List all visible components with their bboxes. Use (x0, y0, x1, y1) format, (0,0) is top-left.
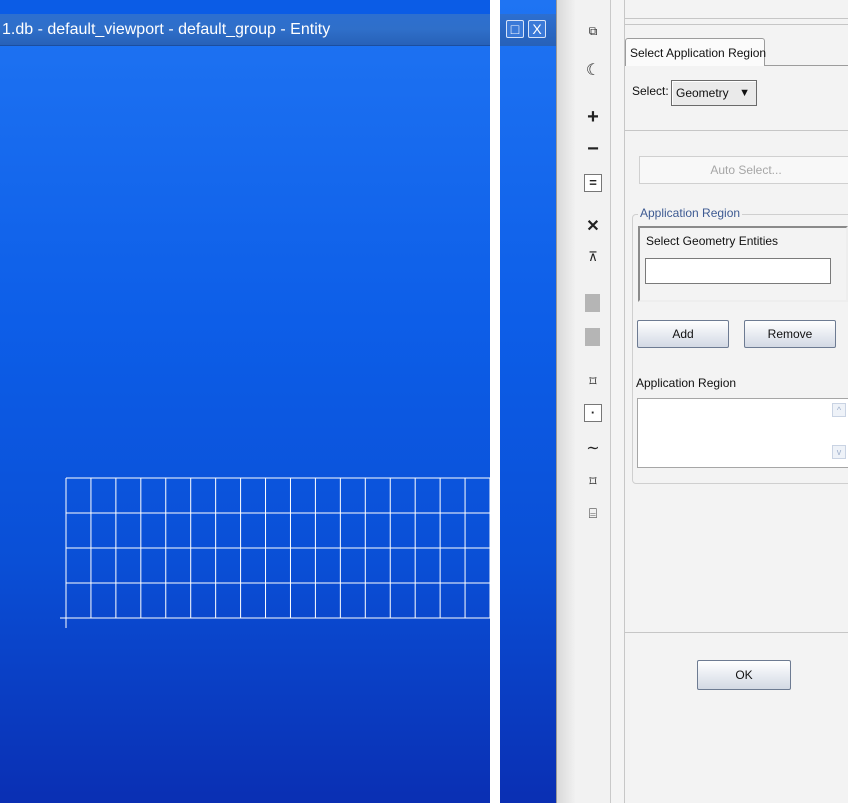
auto-select-button[interactable]: Auto Select... (639, 156, 848, 184)
select-value: Geometry (676, 86, 729, 100)
section-divider (624, 130, 848, 131)
application-region-list-label: Application Region (636, 376, 737, 390)
copy-icon[interactable]: ⧉ (584, 22, 602, 40)
select-label: Select: (632, 84, 669, 98)
select-geometry-dropdown[interactable]: Geometry ▼ (671, 80, 757, 106)
geometry-entities-field[interactable] (645, 258, 831, 284)
viewport-gap (490, 0, 500, 803)
solid-face-2-icon[interactable] (585, 328, 600, 346)
window-edge (556, 0, 576, 803)
chevron-down-icon: ▼ (739, 87, 750, 99)
equals-icon[interactable]: = (584, 174, 602, 192)
surface-2-icon[interactable]: ⌑ (584, 472, 602, 490)
selection-toolbar: ⧉ ☾ + − = ✕ ⊼ ⌑ · ∼ ⌑ ⌸ (576, 0, 610, 803)
surface-icon[interactable]: ⌑ (584, 372, 602, 390)
scroll-up-icon[interactable]: ^ (832, 403, 846, 417)
maximize-icon[interactable]: □ (506, 20, 524, 38)
application-region-list[interactable]: ^ v (637, 398, 848, 468)
viewport-title: 1.db - default_viewport - default_group … (0, 14, 490, 46)
application-region-legend: Application Region (638, 206, 743, 220)
viewport-top-strip (0, 0, 490, 14)
scroll-down-icon[interactable]: v (832, 445, 846, 459)
finite-element-mesh (60, 477, 490, 628)
minus-icon[interactable]: − (584, 139, 602, 159)
close-icon[interactable]: X (528, 20, 546, 38)
secondary-viewport-titlebar: □ X (500, 14, 556, 46)
toolbar-separator (610, 0, 624, 803)
pick-filter-icon[interactable]: ⊼ (584, 248, 602, 266)
remove-button[interactable]: Remove (744, 320, 836, 348)
ok-button[interactable]: OK (697, 660, 791, 690)
curve-icon[interactable]: ∼ (584, 440, 602, 458)
secondary-viewport[interactable]: □ X (500, 0, 556, 803)
tab-select-application-region[interactable]: Select Application Region (625, 38, 766, 66)
plus-icon[interactable]: + (584, 107, 602, 127)
footer-divider (624, 632, 848, 633)
point-icon[interactable]: · (584, 404, 602, 422)
panel-top-rule (625, 18, 848, 19)
solid-face-icon[interactable] (585, 294, 600, 312)
graphics-viewport[interactable]: 1.db - default_viewport - default_group … (0, 0, 490, 803)
tab-underline (765, 65, 848, 66)
curve-shape-icon[interactable]: ☾ (584, 62, 602, 80)
select-geometry-entities-label: Select Geometry Entities (646, 234, 779, 248)
panel-top-rule-2 (625, 24, 848, 25)
solid-icon[interactable]: ⌸ (584, 504, 602, 522)
cross-tools-icon[interactable]: ✕ (584, 218, 602, 236)
add-button[interactable]: Add (637, 320, 729, 348)
